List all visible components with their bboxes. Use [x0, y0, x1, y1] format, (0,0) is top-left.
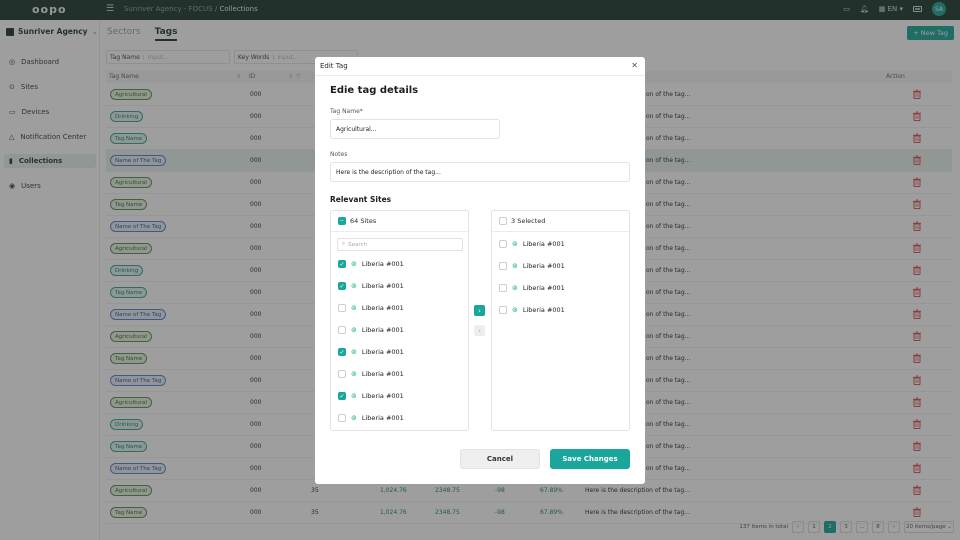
site-checkbox[interactable]: ✓	[338, 392, 346, 400]
search-icon: ⌕	[342, 241, 346, 247]
location-pin-icon: ⊚	[351, 304, 357, 312]
site-label: Liberia #001	[361, 392, 404, 400]
available-sites-list: ─ 64 Sites ⌕ Search ✓ ⊚ Liberia #001 ✓ ⊚ L…	[330, 210, 469, 431]
available-sites-header: ─ 64 Sites	[331, 211, 468, 232]
location-pin-icon: ⊚	[351, 260, 357, 268]
site-checkbox[interactable]	[499, 306, 507, 314]
search-placeholder: Search	[348, 241, 367, 248]
site-checkbox[interactable]: ✓	[338, 260, 346, 268]
select-all-selected-checkbox[interactable]	[499, 217, 507, 225]
location-pin-icon: ⊚	[512, 240, 518, 248]
site-label: Liberia #001	[361, 304, 404, 312]
site-label: Liberia #001	[361, 370, 404, 378]
move-right-button[interactable]: ›	[474, 305, 485, 316]
site-option[interactable]: ⊚ Liberia #001	[338, 326, 404, 334]
site-option[interactable]: ✓ ⊚ Liberia #001	[338, 348, 404, 356]
site-checkbox[interactable]	[499, 240, 507, 248]
selected-site-option[interactable]: ⊚ Liberia #001	[499, 284, 565, 292]
save-changes-button[interactable]: Save Changes	[550, 449, 630, 469]
site-option[interactable]: ✓ ⊚ Liberia #001	[338, 260, 404, 268]
dialog-header-title: Edit Tag	[320, 62, 348, 70]
location-pin-icon: ⊚	[351, 414, 357, 422]
selected-site-option[interactable]: ⊚ Liberia #001	[499, 306, 565, 314]
location-pin-icon: ⊚	[512, 306, 518, 314]
site-label: Liberia #001	[361, 326, 404, 334]
site-label: Liberia #001	[522, 240, 565, 248]
notes-input[interactable]: Here is the description of the tag...	[330, 162, 630, 182]
dialog-header: Edit Tag	[315, 57, 645, 76]
site-label: Liberia #001	[522, 284, 565, 292]
selected-site-option[interactable]: ⊚ Liberia #001	[499, 240, 565, 248]
site-option[interactable]: ✓ ⊚ Liberia #001	[338, 392, 404, 400]
selected-sites-header: 3 Selected	[492, 211, 629, 232]
site-label: Liberia #001	[361, 282, 404, 290]
selected-sites-count: 3 Selected	[511, 217, 546, 225]
edit-tag-dialog: Edit Tag ✕ Edie tag details Tag Name* Ag…	[315, 57, 645, 484]
site-label: Liberia #001	[361, 414, 404, 422]
site-checkbox[interactable]	[499, 284, 507, 292]
site-label: Liberia #001	[522, 262, 565, 270]
cancel-button[interactable]: Cancel	[460, 449, 540, 469]
location-pin-icon: ⊚	[351, 282, 357, 290]
available-sites-count: 64 Sites	[350, 217, 377, 225]
location-pin-icon: ⊚	[512, 284, 518, 292]
chevron-left-icon: ‹	[478, 326, 481, 335]
site-checkbox[interactable]	[499, 262, 507, 270]
site-label: Liberia #001	[361, 348, 404, 356]
site-checkbox[interactable]: ✓	[338, 348, 346, 356]
site-option[interactable]: ⊚ Liberia #001	[338, 304, 404, 312]
location-pin-icon: ⊚	[351, 348, 357, 356]
move-left-button[interactable]: ‹	[474, 325, 485, 336]
site-checkbox[interactable]	[338, 304, 346, 312]
location-pin-icon: ⊚	[351, 370, 357, 378]
site-label: Liberia #001	[361, 260, 404, 268]
site-option[interactable]: ⊚ Liberia #001	[338, 414, 404, 422]
location-pin-icon: ⊚	[512, 262, 518, 270]
site-checkbox[interactable]: ✓	[338, 282, 346, 290]
site-label: Liberia #001	[522, 306, 565, 314]
site-search-input[interactable]: ⌕ Search	[337, 238, 463, 251]
site-option[interactable]: ✓ ⊚ Liberia #001	[338, 282, 404, 290]
select-all-checkbox[interactable]: ─	[338, 217, 346, 225]
close-icon[interactable]: ✕	[631, 61, 638, 70]
site-checkbox[interactable]	[338, 414, 346, 422]
site-checkbox[interactable]	[338, 326, 346, 334]
dialog-title: Edie tag details	[330, 85, 419, 96]
selected-site-option[interactable]: ⊚ Liberia #001	[499, 262, 565, 270]
tag-name-label: Tag Name*	[330, 108, 363, 115]
site-checkbox[interactable]	[338, 370, 346, 378]
relevant-sites-heading: Relevant Sites	[330, 195, 392, 204]
location-pin-icon: ⊚	[351, 392, 357, 400]
notes-label: Notes	[330, 151, 348, 158]
site-option[interactable]: ⊚ Liberia #001	[338, 370, 404, 378]
chevron-right-icon: ›	[478, 306, 481, 315]
tag-name-input[interactable]: Agricultural...	[330, 119, 500, 139]
location-pin-icon: ⊚	[351, 326, 357, 334]
selected-sites-list: 3 Selected ⊚ Liberia #001 ⊚ Liberia #001…	[491, 210, 630, 431]
